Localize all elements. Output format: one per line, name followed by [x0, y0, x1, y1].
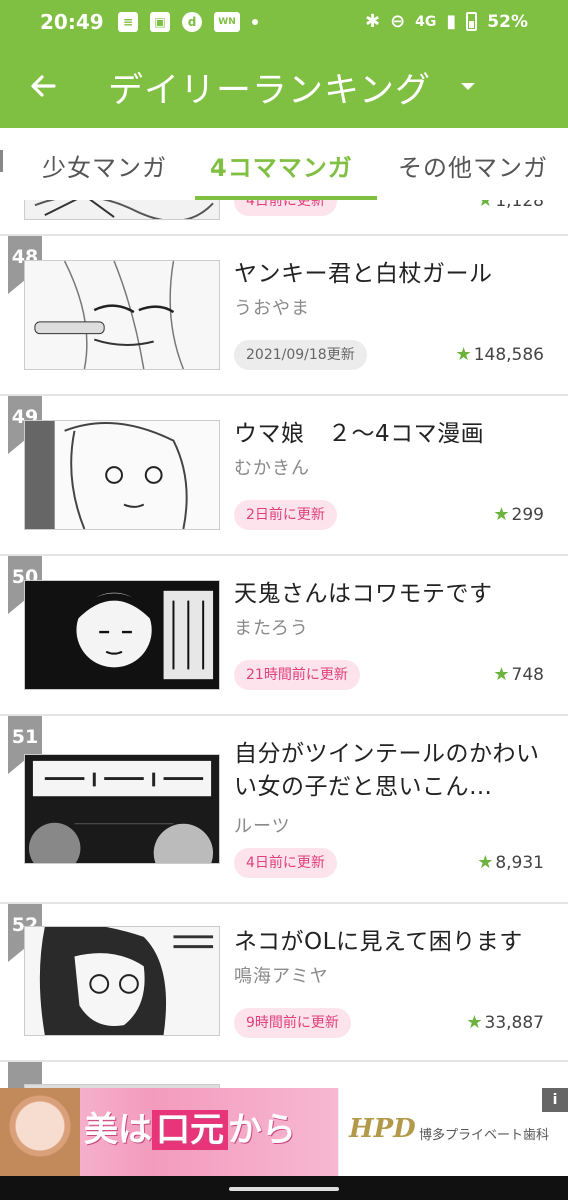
star-icon: ★ — [477, 200, 494, 211]
category-tabs: 少女マンガ 4コママンガ その他マンガ — [0, 128, 568, 200]
star-count: ★ 748 — [493, 664, 544, 685]
arrow-left-icon — [31, 75, 56, 97]
rank-number: 51 — [11, 726, 39, 748]
tv-icon: ▣ — [150, 12, 170, 32]
list-item[interactable]: 49 ウマ娘 ２～4コマ漫画 むかきん 2日前に更新 ★ 299 — [0, 396, 568, 556]
list-item[interactable]: 51 自分がツインテールのかわいい女の子だと思いこん… ルーツ 4日前に更新 ★… — [0, 716, 568, 904]
ad-clinic-name: 博多プライベート歯科 — [419, 1128, 550, 1143]
tab-4koma-manga[interactable]: 4コママンガ — [210, 148, 353, 183]
update-badge: 2021/09/18更新 — [234, 340, 367, 370]
ad-sponsor[interactable]: HPD 博多プライベート歯科 i — [338, 1088, 568, 1176]
page-title: デイリーランキング — [108, 71, 431, 111]
manga-title: ヤンキー君と白杖ガール — [234, 261, 493, 287]
star-icon: ★ — [455, 344, 472, 365]
home-gesture-bar[interactable] — [229, 1187, 339, 1191]
manga-title: ネコがOLに見えて困ります — [234, 929, 523, 955]
status-bar: 20:49 ≡ ▣ d WN ✱ ⊖ 4G ▮ 52% — [0, 0, 568, 48]
star-icon: ★ — [477, 852, 494, 873]
ad-info-icon[interactable]: i — [542, 1088, 568, 1112]
update-badge: 4日前に更新 — [234, 848, 337, 878]
bluetooth-icon: ✱ — [364, 11, 381, 32]
tab-shoujo-manga[interactable]: 少女マンガ — [42, 148, 167, 183]
signal-icon: ▮ — [446, 11, 457, 32]
update-badge: 21時間前に更新 — [234, 660, 360, 690]
ad-logo: HPD — [349, 1114, 416, 1144]
author-name: うおやま — [234, 298, 310, 319]
star-count: ★ 8,931 — [477, 852, 544, 873]
app-bar: デイリーランキング — [0, 48, 568, 128]
manga-title: ウマ娘 ２～4コマ漫画 — [234, 421, 485, 447]
list-item[interactable]: 50 天鬼さんはコワモテです またろう 21時間前に更新 ★ 748 — [0, 556, 568, 716]
author-name: むかきん — [234, 458, 310, 479]
list-item[interactable] — [0, 1062, 568, 1088]
star-icon: ★ — [493, 504, 510, 525]
author-name: 鳴海アミヤ — [234, 966, 329, 987]
network-label: 4G — [415, 13, 437, 30]
star-icon: ★ — [493, 664, 510, 685]
update-badge: 2日前に更新 — [234, 500, 337, 530]
tab-other-manga[interactable]: その他マンガ — [398, 148, 548, 183]
update-badge: 9時間前に更新 — [234, 1008, 351, 1038]
star-count: ★ 299 — [493, 504, 544, 525]
dnd-icon: ⊖ — [390, 11, 406, 32]
clock: 20:49 — [40, 10, 104, 34]
system-nav-bar — [0, 1176, 568, 1200]
caret-down-icon — [461, 83, 475, 90]
thumbnail — [24, 420, 220, 530]
list-item[interactable]: 52 ネコがOLに見えて困ります 鳴海アミヤ 9時間前に更新 ★ 33,887 — [0, 904, 568, 1062]
thumbnail — [24, 200, 220, 220]
manga-title: 自分がツインテールのかわいい女の子だと思いこん… — [234, 741, 540, 800]
wn-icon: WN — [214, 12, 240, 32]
news-icon: ≡ — [118, 12, 138, 32]
ad-banner[interactable]: 美は 口元 から HPD 博多プライベート歯科 i — [0, 1088, 568, 1176]
thumbnail — [24, 926, 220, 1036]
thumbnail — [24, 754, 220, 864]
battery-icon — [466, 12, 478, 31]
thumbnail — [24, 260, 220, 370]
ranking-list: 4日前に更新 ★ 1,128 48 ヤンキー君と白杖ガール うおやま 2021/0… — [0, 200, 568, 1088]
author-name: ルーツ — [234, 816, 291, 837]
manga-title: 天鬼さんはコワモテです — [234, 581, 493, 607]
star-count: ★ 1,128 — [477, 200, 544, 211]
battery-percent: 52% — [487, 11, 528, 32]
star-count: ★ 148,586 — [455, 344, 544, 365]
thumbnail — [24, 580, 220, 690]
star-count: ★ 33,887 — [466, 1012, 544, 1033]
notification-icons: ≡ ▣ d WN — [118, 12, 258, 32]
ranking-dropdown-button[interactable] — [450, 68, 486, 104]
list-item[interactable]: 48 ヤンキー君と白杖ガール うおやま 2021/09/18更新 ★ 148,58… — [0, 236, 568, 396]
ad-headline: 美は 口元 から — [84, 1110, 296, 1150]
ad-model-photo — [0, 1088, 80, 1176]
ad-image[interactable]: 美は 口元 から — [0, 1088, 338, 1176]
back-button[interactable] — [22, 64, 66, 108]
star-icon: ★ — [466, 1012, 483, 1033]
more-notifications-icon — [252, 19, 258, 25]
list-item[interactable]: 4日前に更新 ★ 1,128 — [0, 200, 568, 236]
tab-scroll-edge — [0, 150, 3, 172]
system-icons: ✱ ⊖ 4G ▮ 52% — [365, 11, 528, 32]
update-badge: 4日前に更新 — [234, 200, 337, 216]
author-name: またろう — [234, 618, 309, 639]
d-icon: d — [182, 12, 202, 32]
